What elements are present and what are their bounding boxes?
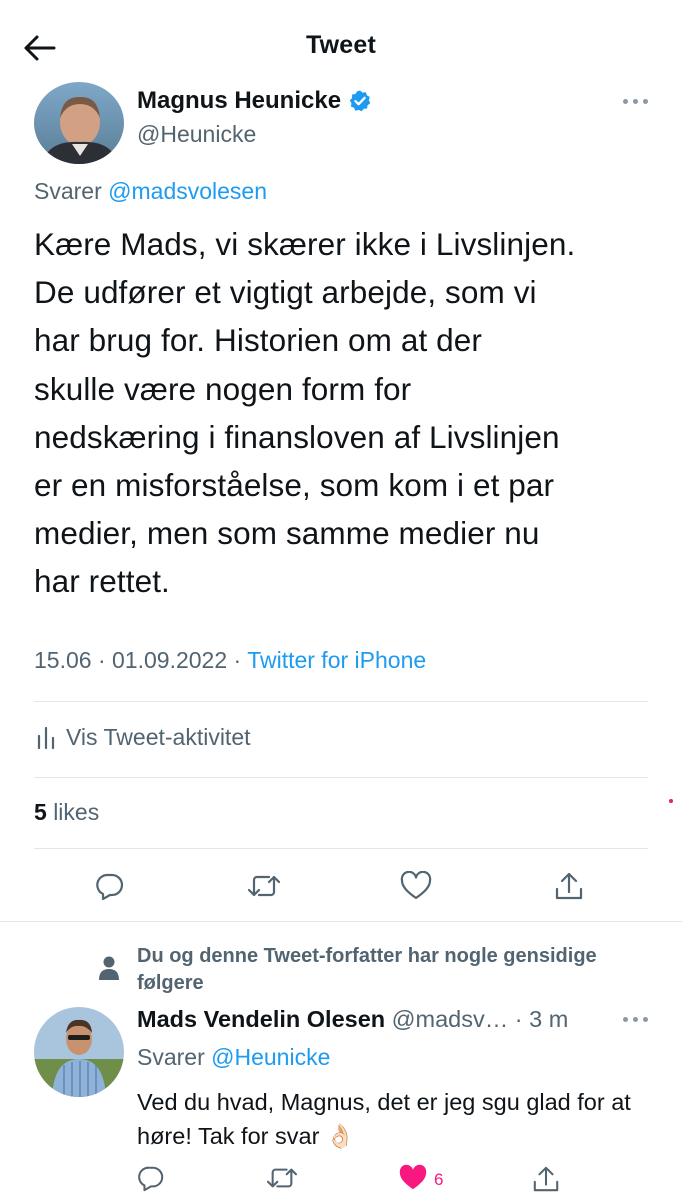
share-icon bbox=[555, 872, 583, 900]
retweet-button[interactable] bbox=[244, 866, 284, 906]
more-options-button[interactable] bbox=[620, 94, 650, 108]
reply-retweet-button[interactable] bbox=[266, 1164, 302, 1200]
dot-icon bbox=[622, 1016, 628, 1022]
tweet-meta: 15.06 · 01.09.2022 · Twitter for iPhone bbox=[34, 647, 427, 673]
like-filled-icon bbox=[399, 1164, 427, 1190]
tweet-activity-link[interactable]: Vis Tweet-aktivitet bbox=[34, 722, 251, 752]
like-icon bbox=[400, 871, 432, 900]
tweet-text-line: De udfører et vigtigt arbejde, som vi bbox=[34, 274, 537, 311]
tweet-text: Kære Mads, vi skærer ikke i Livslinjen. … bbox=[34, 220, 664, 606]
reply-time: 3 m bbox=[529, 1006, 569, 1032]
reply-text: Ved du hvad, Magnus, det er jeg sgu glad… bbox=[137, 1089, 631, 1149]
dot-icon bbox=[622, 98, 628, 104]
tweet-text-line: Kære Mads, vi skærer ikke i Livslinjen. bbox=[34, 226, 576, 262]
retweet-icon bbox=[266, 1168, 298, 1188]
reply-icon bbox=[138, 1166, 164, 1192]
share-button[interactable] bbox=[549, 866, 589, 906]
reply-author-handle: @madsv… bbox=[391, 1006, 509, 1032]
dot-icon bbox=[642, 98, 648, 104]
tweet-text-line: er en misforståelse, som kom i et par bbox=[34, 467, 555, 504]
tweet-time: 15.06 bbox=[34, 647, 92, 673]
tweet-text-line: skulle være nogen form for bbox=[34, 370, 412, 407]
reply-author-avatar[interactable] bbox=[34, 1007, 124, 1097]
top-bar: Tweet bbox=[0, 0, 682, 84]
share-icon bbox=[533, 1166, 559, 1192]
tweet-source-link[interactable]: Twitter for iPhone bbox=[247, 647, 426, 673]
indicator-dot bbox=[669, 799, 673, 803]
reply-icon bbox=[96, 873, 124, 901]
tweet-text-line: har brug for. Historien om at der bbox=[34, 322, 483, 359]
reply-reply-button[interactable] bbox=[137, 1164, 173, 1200]
tweet-date: 01.09.2022 bbox=[112, 647, 228, 673]
reply-like-button[interactable]: 6 bbox=[398, 1164, 458, 1200]
reply-more-options-button[interactable] bbox=[620, 1012, 650, 1026]
replying-to: Svarer @madsvolesen bbox=[34, 178, 268, 204]
like-button[interactable] bbox=[396, 866, 436, 906]
reply-author-line[interactable]: Mads Vendelin Olesen @madsv… · 3 m bbox=[137, 1006, 607, 1033]
social-context: Du og denne Tweet-forfatter har nogle ge… bbox=[137, 945, 597, 994]
reply-button[interactable] bbox=[90, 866, 130, 906]
reply-author-name: Mads Vendelin Olesen bbox=[137, 1006, 386, 1032]
person-icon bbox=[99, 956, 119, 980]
likes-count-link[interactable]: 5 likes bbox=[34, 799, 99, 826]
analytics-icon bbox=[37, 726, 55, 750]
author-avatar[interactable] bbox=[34, 82, 124, 164]
verified-badge-icon bbox=[349, 90, 371, 112]
reply-share-button[interactable] bbox=[532, 1164, 568, 1200]
tweet-text-line: nedskæring i finansloven af Livslinjen bbox=[34, 418, 560, 455]
reply-replying-to: Svarer @Heunicke bbox=[137, 1044, 331, 1070]
divider bbox=[34, 701, 648, 702]
tweet-text-line: har rettet. bbox=[34, 563, 170, 600]
dot-icon bbox=[642, 1016, 648, 1022]
page-title: Tweet bbox=[306, 31, 376, 59]
dot-icon bbox=[632, 98, 638, 104]
divider bbox=[0, 921, 682, 922]
dot-icon bbox=[632, 1016, 638, 1022]
reply-replying-mention[interactable]: @Heunicke bbox=[211, 1044, 330, 1070]
author-name[interactable]: Magnus Heunicke bbox=[137, 87, 372, 115]
divider bbox=[34, 777, 648, 778]
author-handle[interactable]: @Heunicke bbox=[137, 121, 256, 148]
divider bbox=[34, 848, 648, 849]
reply-like-count: 6 bbox=[434, 1170, 444, 1189]
retweet-icon bbox=[247, 875, 281, 897]
tweet-text-line: medier, men som samme medier nu bbox=[34, 515, 540, 552]
replying-to-mention[interactable]: @madsvolesen bbox=[108, 178, 267, 204]
